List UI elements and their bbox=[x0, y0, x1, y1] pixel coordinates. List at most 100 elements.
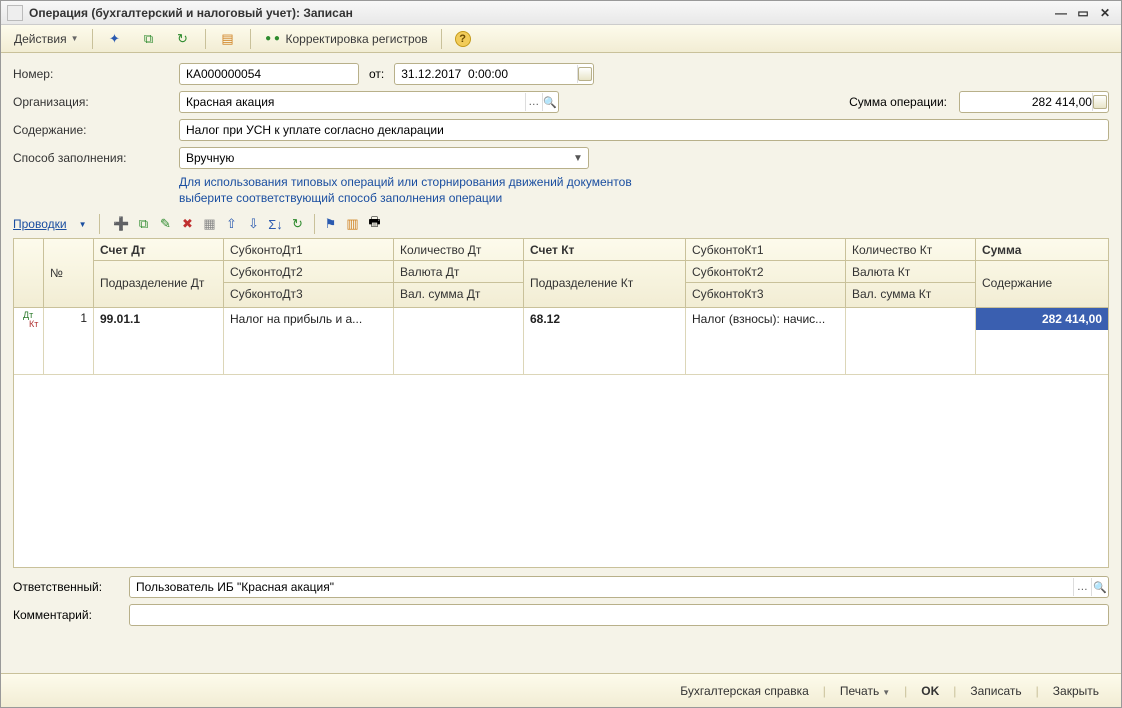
chevron-down-icon[interactable]: ▼ bbox=[570, 153, 586, 164]
cell-sub-kt3[interactable] bbox=[686, 352, 846, 374]
col-dept-dt[interactable]: Подразделение Дт bbox=[94, 261, 223, 305]
window-title: Операция (бухгалтерский и налоговый учет… bbox=[29, 6, 1051, 20]
cell-sub-kt1[interactable]: Налог (взносы): начис... bbox=[686, 308, 846, 330]
cell-qty-dt[interactable] bbox=[394, 308, 524, 330]
date-input[interactable] bbox=[394, 63, 594, 85]
responsible-field[interactable] bbox=[136, 580, 1073, 594]
reg-correction-button[interactable]: ● ● Корректировка регистров bbox=[257, 28, 435, 50]
post-button[interactable]: ▤ bbox=[212, 28, 244, 50]
help-icon: ? bbox=[455, 31, 471, 47]
chevron-down-icon[interactable]: ▼ bbox=[79, 220, 87, 229]
col-cursum-kt[interactable]: Вал. сумма Кт bbox=[846, 283, 975, 305]
help-button[interactable]: ? bbox=[448, 28, 478, 50]
settings-icon[interactable]: ▥ bbox=[343, 214, 363, 234]
cell-acc-dt[interactable]: 99.01.1 bbox=[94, 308, 224, 330]
add-row-icon[interactable]: ➕ bbox=[112, 214, 132, 234]
org-field[interactable] bbox=[186, 95, 525, 109]
form-area: Номер: от: Организация: … 🔍 Сумма операц… bbox=[1, 53, 1121, 214]
cell-dept-kt[interactable] bbox=[524, 330, 686, 374]
cell-sub-dt1[interactable]: Налог на прибыль и а... bbox=[224, 308, 394, 330]
flag-icon[interactable]: ⚑ bbox=[321, 214, 341, 234]
number-field[interactable] bbox=[186, 67, 352, 81]
sigma-icon[interactable]: Σ↓ bbox=[266, 214, 286, 234]
col-cursum-dt[interactable]: Вал. сумма Дт bbox=[394, 283, 523, 305]
copy-doc-button[interactable]: ⧉ bbox=[133, 28, 165, 50]
tab-entries[interactable]: Проводки bbox=[13, 217, 67, 231]
select-icon[interactable]: … bbox=[1073, 578, 1090, 596]
cell-cur-kt[interactable] bbox=[846, 330, 976, 352]
calendar-icon[interactable] bbox=[577, 65, 594, 83]
cell-sub-dt2[interactable] bbox=[224, 330, 394, 352]
cell-num[interactable]: 1 bbox=[44, 308, 94, 374]
col-acc-dt[interactable]: Счет Дт bbox=[94, 239, 223, 261]
cell-sum[interactable]: 282 414,00 bbox=[976, 308, 1108, 330]
chevron-down-icon: ▼ bbox=[882, 688, 890, 697]
col-qty-kt[interactable]: Количество Кт bbox=[846, 239, 975, 261]
refresh-icon[interactable]: ↻ bbox=[288, 214, 308, 234]
new-doc-button[interactable]: ✦ bbox=[99, 28, 131, 50]
number-input[interactable] bbox=[179, 63, 359, 85]
edit-row-icon[interactable]: ✎ bbox=[156, 214, 176, 234]
copy-row-icon[interactable]: ⧉ bbox=[134, 214, 154, 234]
actions-menu[interactable]: Действия ▼ bbox=[7, 28, 86, 50]
cell-cursum-kt[interactable] bbox=[846, 352, 976, 374]
date-field[interactable] bbox=[401, 67, 576, 81]
col-sum[interactable]: Сумма bbox=[976, 239, 1108, 261]
cell-dept-dt[interactable] bbox=[94, 330, 224, 374]
col-cur-kt[interactable]: Валюта Кт bbox=[846, 261, 975, 283]
select-icon[interactable]: … bbox=[525, 93, 542, 111]
cell-sub-kt2[interactable] bbox=[686, 330, 846, 352]
table-row[interactable]: ДтКт 1 99.01.1 Налог на прибыль и а... 6… bbox=[14, 308, 1108, 375]
col-acc-kt[interactable]: Счет Кт bbox=[524, 239, 685, 261]
fill-select[interactable]: Вручную ▼ bbox=[179, 147, 589, 169]
close-window-button[interactable]: ✕ bbox=[1095, 5, 1115, 21]
col-cur-dt[interactable]: Валюта Дт bbox=[394, 261, 523, 283]
col-dept-kt[interactable]: Подразделение Кт bbox=[524, 261, 685, 305]
ok-button[interactable]: OK bbox=[911, 681, 949, 701]
org-input[interactable]: … 🔍 bbox=[179, 91, 559, 113]
from-label: от: bbox=[369, 67, 384, 81]
responsible-input[interactable]: … 🔍 bbox=[129, 576, 1109, 598]
calculator-icon[interactable] bbox=[1092, 93, 1108, 111]
delete-row-icon[interactable]: ✖ bbox=[178, 214, 198, 234]
print-button[interactable]: Печать▼ bbox=[830, 681, 900, 701]
comment-label: Комментарий: bbox=[13, 608, 123, 622]
actions-label: Действия bbox=[14, 32, 67, 46]
print-icon[interactable]: 🖶 bbox=[365, 214, 385, 234]
col-sub-kt3[interactable]: СубконтоКт3 bbox=[686, 283, 845, 305]
col-qty-dt[interactable]: Количество Дт bbox=[394, 239, 523, 261]
report-button[interactable]: Бухгалтерская справка bbox=[670, 681, 819, 701]
comment-input[interactable] bbox=[129, 604, 1109, 626]
minimize-button[interactable]: — bbox=[1051, 5, 1071, 21]
close-button[interactable]: Закрыть bbox=[1043, 681, 1109, 701]
cell-qty-kt[interactable] bbox=[846, 308, 976, 330]
col-num[interactable]: № bbox=[44, 239, 93, 307]
search-icon[interactable]: 🔍 bbox=[1091, 578, 1108, 596]
cell-acc-kt[interactable]: 68.12 bbox=[524, 308, 686, 330]
save-button[interactable]: Записать bbox=[960, 681, 1031, 701]
footer-bar: Бухгалтерская справка | Печать▼ | OK | З… bbox=[1, 673, 1121, 707]
comment-field[interactable] bbox=[136, 608, 1102, 622]
search-icon[interactable]: 🔍 bbox=[542, 93, 559, 111]
cell-cursum-dt[interactable] bbox=[394, 352, 524, 374]
content-input[interactable] bbox=[179, 119, 1109, 141]
content-field[interactable] bbox=[186, 123, 1102, 137]
col-sub-dt3[interactable]: СубконтоДт3 bbox=[224, 283, 393, 305]
new-icon: ✦ bbox=[106, 30, 124, 48]
col-sub-kt2[interactable]: СубконтоКт2 bbox=[686, 261, 845, 283]
cell-content[interactable] bbox=[976, 330, 1108, 374]
col-sub-dt1[interactable]: СубконтоДт1 bbox=[224, 239, 393, 261]
grid-body[interactable]: ДтКт 1 99.01.1 Налог на прибыль и а... 6… bbox=[14, 308, 1108, 567]
col-sub-kt1[interactable]: СубконтоКт1 bbox=[686, 239, 845, 261]
move-down-icon[interactable]: ⇩ bbox=[244, 214, 264, 234]
maximize-button[interactable]: ▭ bbox=[1073, 5, 1093, 21]
cell-cur-dt[interactable] bbox=[394, 330, 524, 352]
sum-field[interactable] bbox=[966, 95, 1092, 109]
refresh-doc-button[interactable]: ↻ bbox=[167, 28, 199, 50]
move-up-icon[interactable]: ⇧ bbox=[222, 214, 242, 234]
col-sub-dt2[interactable]: СубконтоДт2 bbox=[224, 261, 393, 283]
cell-sub-dt3[interactable] bbox=[224, 352, 394, 374]
sum-input[interactable] bbox=[959, 91, 1109, 113]
fill-value: Вручную bbox=[186, 151, 570, 165]
col-content[interactable]: Содержание bbox=[976, 261, 1108, 305]
